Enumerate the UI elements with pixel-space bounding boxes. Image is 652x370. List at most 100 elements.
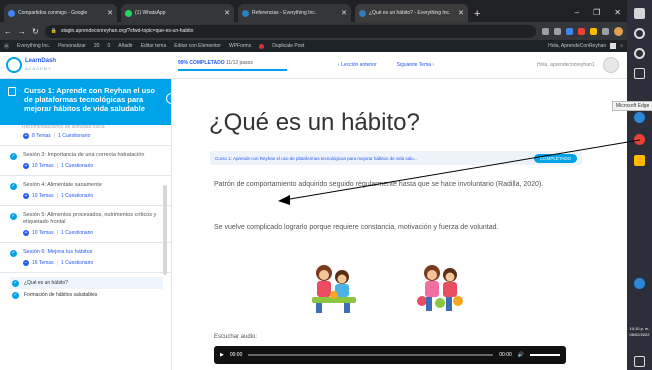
minimize-icon[interactable]: – — [575, 8, 579, 17]
cuestionario-link[interactable]: 1 Cuestionario — [61, 163, 93, 169]
section-sesion-3[interactable]: ✓ Sesión 3: Importancia de una correcta … — [0, 146, 171, 176]
star-icon[interactable] — [554, 27, 561, 35]
extension-icon[interactable] — [590, 27, 597, 35]
url-input[interactable]: 🔒 stagin.aprendeconreyhan.org/?sfwd-topi… — [44, 24, 536, 38]
tab-que-es-un-habito[interactable]: ¿Qué es un hábito? - Everything Inc. ✕ — [355, 4, 468, 22]
admin-comments-count[interactable]: 0 — [107, 43, 110, 49]
section-meta: + 10 Temas | 1 Cuestionario — [23, 163, 94, 169]
cortana-icon[interactable] — [634, 48, 645, 59]
play-icon[interactable]: ▶ — [220, 352, 224, 358]
topic-label: Formación de hábitos saludables — [24, 292, 98, 298]
admin-customize-link[interactable]: Personalizar — [58, 43, 86, 49]
collapse-icon[interactable]: − — [23, 260, 29, 266]
tab-google-drive[interactable]: Compartidos conmigo - Google ✕ — [4, 4, 117, 22]
profile-avatar[interactable] — [614, 26, 623, 36]
close-icon[interactable]: ✕ — [458, 9, 464, 17]
tab-title: Referencias - Everything Inc. — [252, 10, 317, 16]
chrome-icon[interactable] — [634, 134, 645, 145]
tab-referencias[interactable]: Referencias - Everything Inc. ✕ — [238, 4, 351, 22]
section-meta: + 10 Temas | 1 Cuestionario — [23, 230, 94, 236]
tab-whatsapp[interactable]: (1) WhatsApp ✕ — [121, 4, 234, 22]
audio-seek-bar[interactable] — [248, 354, 494, 356]
previous-lesson-link[interactable]: ‹ Lección anterior — [338, 62, 377, 68]
learndash-header: LearnDash ACADEMY 99% COMPLETADO 11/12 p… — [0, 52, 627, 79]
check-icon: ✓ — [10, 183, 17, 190]
search-icon[interactable] — [634, 28, 645, 39]
expand-icon[interactable]: + — [23, 133, 29, 139]
temas-link[interactable]: 10 Temas — [32, 193, 54, 199]
wordpress-icon[interactable]: Ⓦ — [4, 43, 9, 50]
section-sesion-4[interactable]: ✓ Sesión 4: Aliméntate sanamente + 10 Te… — [0, 176, 171, 206]
windows-start-icon[interactable] — [634, 8, 645, 19]
course-title-block[interactable]: Curso 1: Aprende con Reyhan el uso de pl… — [0, 79, 171, 125]
expand-icon[interactable]: + — [23, 193, 29, 199]
course-title: Curso 1: Aprende con Reyhan el uso de pl… — [24, 86, 155, 113]
user-avatar-icon[interactable] — [610, 43, 617, 49]
volume-slider[interactable] — [530, 354, 560, 356]
admin-edit-theme-link[interactable]: Editar tema — [141, 43, 167, 49]
new-tab-button[interactable]: + — [474, 8, 480, 20]
check-icon: ✓ — [12, 279, 19, 287]
close-window-icon[interactable]: ✕ — [614, 8, 621, 17]
volume-icon[interactable]: 🔊 — [518, 352, 524, 358]
extension-icon[interactable] — [566, 27, 573, 35]
file-explorer-icon[interactable] — [634, 155, 645, 166]
learndash-logo[interactable]: LearnDash ACADEMY — [0, 57, 172, 73]
lock-icon: 🔒 — [50, 28, 57, 34]
puzzle-icon[interactable] — [602, 27, 609, 35]
breadcrumb: Curso 1: Aprende con Reyhan el uso de pl… — [210, 151, 582, 165]
maximize-icon[interactable]: ❐ — [593, 8, 600, 17]
cuestionario-link[interactable]: 1 Cuestionario — [61, 260, 93, 266]
expand-icon[interactable]: + — [23, 163, 29, 169]
edge-icon[interactable] — [634, 112, 645, 123]
extensions-area — [542, 26, 623, 36]
cuestionario-link[interactable]: 1 Cuestionario — [58, 133, 90, 139]
cuestionario-link[interactable]: 1 Cuestionario — [61, 230, 93, 236]
close-icon[interactable]: ✕ — [341, 9, 347, 17]
admin-greeting[interactable]: Hola, AprendeConReyhan — [548, 43, 606, 49]
avatar[interactable] — [603, 57, 619, 73]
reload-icon[interactable]: ↻ — [32, 27, 39, 36]
extension-icon[interactable] — [578, 27, 585, 35]
audio-duration: 00:00 — [499, 352, 512, 358]
progress-steps: 11/12 pasos — [225, 59, 253, 66]
section-sesion-6[interactable]: ✓ Sesión 6: Mejora tus hábitos − 16 Tema… — [0, 243, 171, 273]
family-illustration — [312, 265, 356, 313]
close-icon[interactable]: ✕ — [107, 9, 113, 17]
temas-link[interactable]: 16 Temas — [32, 260, 54, 266]
forward-icon[interactable]: → — [18, 27, 26, 36]
windows-taskbar — [627, 0, 652, 370]
previous-lesson-label: Lección anterior — [341, 62, 377, 68]
progress-bar — [178, 68, 288, 71]
admin-wpforms-link[interactable]: WPForms — [229, 43, 251, 49]
back-icon[interactable]: ← — [4, 27, 12, 36]
admin-edit-elementor-link[interactable]: Editar con Elementor — [174, 43, 221, 49]
topic-item[interactable]: ✓ Formación de hábitos saludables — [10, 289, 163, 301]
admin-site-link[interactable]: Everything Inc. — [17, 43, 50, 49]
network-icon[interactable] — [634, 278, 645, 289]
topic-item[interactable]: ✓ ¿Qué es un hábito? — [10, 277, 163, 289]
user-box: Hola, aprendeconreyhan1 — [537, 57, 627, 73]
admin-updates-count[interactable]: 20 — [94, 43, 100, 49]
expand-icon[interactable]: + — [23, 230, 29, 236]
admin-duplicate-link[interactable]: Duplicate Post — [272, 43, 304, 49]
cuestionario-link[interactable]: 1 Cuestionario — [61, 193, 93, 199]
section-sesion-5[interactable]: ✓ Sesión 5: Alimentos procesados, nutrim… — [0, 206, 171, 243]
search-icon[interactable]: ⌕ — [620, 43, 623, 49]
task-view-icon[interactable] — [634, 68, 645, 79]
temas-link[interactable]: 10 Temas — [32, 230, 54, 236]
sidebar-scrollbar[interactable] — [163, 185, 167, 275]
section-meta: + 10 Temas | 1 Cuestionario — [23, 193, 94, 199]
check-icon: ✓ — [10, 250, 17, 257]
breadcrumb-course-link[interactable]: Curso 1: Aprende con Reyhan el uso de pl… — [215, 156, 417, 161]
close-icon[interactable]: ✕ — [224, 9, 230, 17]
notifications-icon[interactable] — [634, 356, 645, 367]
temas-link[interactable]: 8 Temas — [32, 133, 51, 139]
progress-percent: 99% COMPLETADO — [178, 59, 225, 66]
system-clock[interactable]: 10:10 p. m. 06/02/2022 — [627, 326, 652, 338]
next-topic-link[interactable]: Siguiente Tema › — [397, 62, 434, 68]
tab-title: (1) WhatsApp — [135, 10, 166, 16]
share-icon[interactable] — [542, 27, 549, 35]
temas-link[interactable]: 10 Temas — [32, 163, 54, 169]
admin-add-link[interactable]: Añadir — [118, 43, 132, 49]
